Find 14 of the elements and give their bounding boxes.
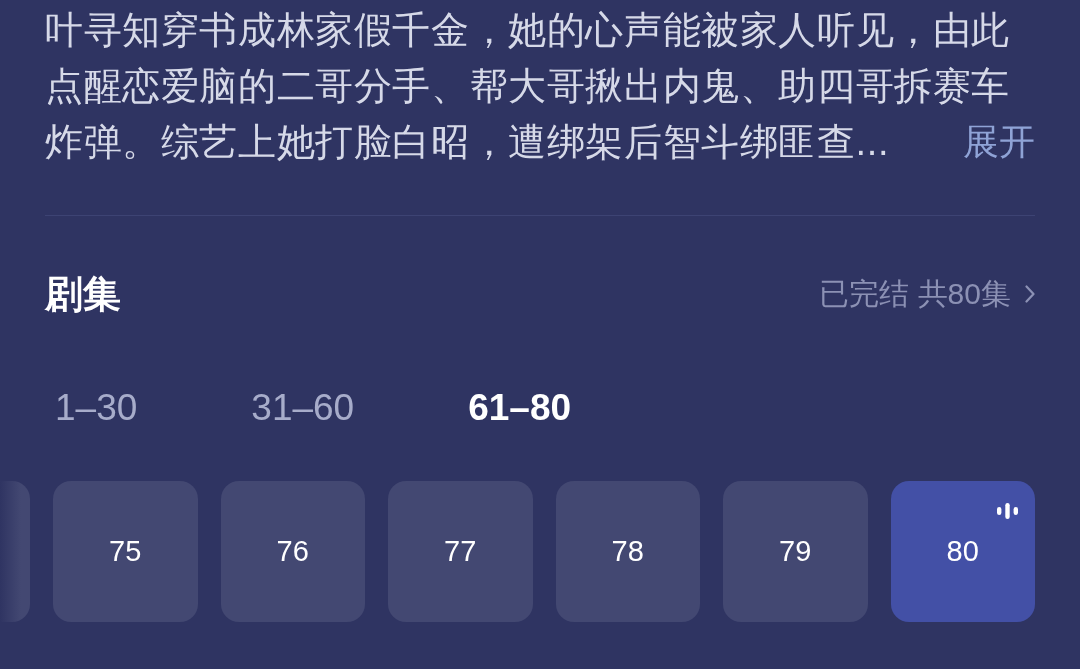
episode-tile[interactable]: 77 — [388, 481, 533, 622]
episode-count-link[interactable]: 已完结 共80集 — [819, 273, 1035, 315]
chevron-right-icon — [1025, 285, 1035, 303]
episode-tile[interactable]: 78 — [555, 481, 700, 622]
synopsis-text: 叶寻知穿书成林家假千金，她的心声能被家人听见，由此点醒恋爱脑的二哥分手、帮大哥揪出内鬼、助四哥拆赛车炸弹。综艺上她打脸白昭，遭绑架后智斗绑匪查... 展开 — [45, 2, 1035, 170]
range-tab[interactable]: 31–60 — [251, 387, 355, 429]
episode-tile[interactable]: 80 — [890, 481, 1035, 622]
episode-tile[interactable]: 79 — [723, 481, 868, 622]
expand-link[interactable]: 展开 — [963, 114, 1035, 170]
range-tab[interactable]: 61–80 — [468, 387, 572, 429]
episode-tile[interactable]: 76 — [220, 481, 365, 622]
episode-tile[interactable]: 75 — [53, 481, 198, 622]
section-title: 剧集 — [45, 271, 121, 317]
range-tab[interactable]: 1–30 — [55, 387, 138, 429]
